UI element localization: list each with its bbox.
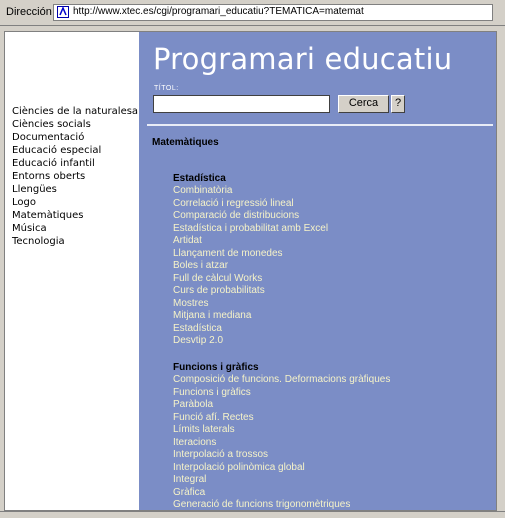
program-link[interactable]: Funció afí. Rectes — [173, 412, 390, 425]
program-link[interactable]: Correlació i regressió lineal — [173, 198, 328, 211]
sidebar-item-logo[interactable]: Logo — [12, 196, 138, 209]
main-content: Programari educatiu TÍTOL: Cerca ? Matem… — [139, 32, 496, 510]
sidebar-item-llengues[interactable]: Llengües — [12, 183, 138, 196]
sidebar-item-tecnologia[interactable]: Tecnologia — [12, 235, 138, 248]
sidebar-item-matematiques[interactable]: Matemàtiques — [12, 209, 138, 222]
program-link[interactable]: Límits laterals — [173, 424, 390, 437]
sidebar-item-educacio-especial[interactable]: Educació especial — [12, 144, 138, 157]
address-url: http://www.xtec.es/cgi/programari_educat… — [73, 6, 364, 17]
sidebar-item-entorns-oberts[interactable]: Entorns oberts — [12, 170, 138, 183]
program-link[interactable]: Artidat — [173, 235, 328, 248]
category-list-estadistica: Combinatòria Correlació i regressió line… — [173, 185, 328, 348]
program-link[interactable]: Gràfica — [173, 487, 390, 500]
program-link[interactable]: Mitjana i mediana — [173, 310, 328, 323]
search-label: TÍTOL: — [154, 85, 179, 92]
sidebar-item-educacio-infantil[interactable]: Educació infantil — [12, 157, 138, 170]
program-link[interactable]: Estadística i probabilitat amb Excel — [173, 223, 328, 236]
program-link[interactable]: Combinatòria — [173, 185, 328, 198]
program-link[interactable]: Interpolació polinòmica global — [173, 462, 390, 475]
category-heading-funcions: Funcions i gràfics — [173, 362, 259, 373]
sidebar-item-musica[interactable]: Música — [12, 222, 138, 235]
help-button[interactable]: ? — [391, 95, 405, 113]
page-icon — [57, 6, 69, 18]
sidebar-nav: Ciències de la naturalesa Ciències socia… — [12, 105, 138, 248]
program-link[interactable]: Paràbola — [173, 399, 390, 412]
program-link[interactable]: Mostres — [173, 298, 328, 311]
address-label: Dirección — [6, 6, 52, 18]
address-bar: Dirección http://www.xtec.es/cgi/program… — [0, 0, 505, 26]
program-link[interactable]: Llançament de monedes — [173, 248, 328, 261]
program-link[interactable]: Composició de funcions. Deformacions grà… — [173, 374, 390, 387]
sidebar-item-ciencies-socials[interactable]: Ciències socials — [12, 118, 138, 131]
program-link[interactable]: Generació de funcions trigonomètriques — [173, 499, 390, 510]
program-link[interactable]: Curs de probabilitats — [173, 285, 328, 298]
program-link[interactable]: Funcions i gràfics — [173, 387, 390, 400]
sidebar: Ciències de la naturalesa Ciències socia… — [5, 32, 139, 510]
sidebar-item-documentacio[interactable]: Documentació — [12, 131, 138, 144]
divider — [147, 124, 493, 126]
program-link[interactable]: Comparació de distribucions — [173, 210, 328, 223]
program-link[interactable]: Iteracions — [173, 437, 390, 450]
page-title: Programari educatiu — [153, 42, 453, 76]
search-input[interactable] — [153, 95, 330, 113]
program-link[interactable]: Boles i atzar — [173, 260, 328, 273]
category-list-funcions: Composició de funcions. Deformacions grà… — [173, 374, 390, 510]
section-title: Matemàtiques — [152, 137, 219, 148]
program-link[interactable]: Interpolació a trossos — [173, 449, 390, 462]
program-link[interactable]: Estadística — [173, 323, 328, 336]
program-link[interactable]: Integral — [173, 474, 390, 487]
page-viewport: Ciències de la naturalesa Ciències socia… — [4, 31, 497, 511]
search-button[interactable]: Cerca — [338, 95, 389, 113]
program-link[interactable]: Full de càlcul Works — [173, 273, 328, 286]
sidebar-item-ciencies-naturalesa[interactable]: Ciències de la naturalesa — [12, 105, 138, 118]
program-link[interactable]: Desvtip 2.0 — [173, 335, 328, 348]
category-heading-estadistica: Estadística — [173, 173, 226, 184]
address-field[interactable]: http://www.xtec.es/cgi/programari_educat… — [53, 4, 493, 21]
